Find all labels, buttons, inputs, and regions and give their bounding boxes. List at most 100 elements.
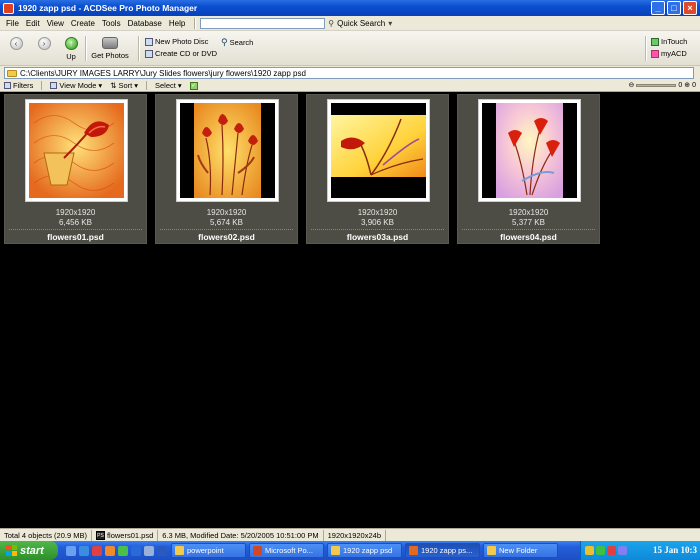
zoom-slider[interactable] — [636, 83, 677, 87]
file-size: 6,456 KB — [59, 218, 92, 227]
task-microsoft-powerpoint[interactable]: Microsoft Po... — [249, 543, 324, 558]
menu-create[interactable]: Create — [71, 19, 95, 28]
quick-search-input[interactable] — [200, 17, 326, 29]
app-icon — [3, 2, 14, 14]
tray-icon[interactable] — [618, 546, 627, 555]
toolbar-separator — [138, 36, 140, 61]
view-mode-button[interactable]: View Mode ▾ — [50, 81, 102, 90]
filter-separator — [145, 81, 147, 90]
image-dimensions: 1920x1920 — [206, 208, 247, 217]
powerpoint-icon — [253, 546, 262, 555]
tray-icon[interactable] — [596, 546, 605, 555]
up-button[interactable]: ↑ Up — [61, 37, 81, 61]
status-file: PS flowers01.psd — [92, 529, 159, 541]
select-button[interactable]: Select ▾ — [155, 81, 182, 90]
chevron-down-icon: ▾ — [177, 81, 182, 90]
flowers03a-image — [331, 103, 426, 198]
toolbar-separator — [85, 36, 87, 61]
camera-icon — [102, 37, 118, 49]
folder-icon — [7, 69, 17, 77]
toolbar-separator — [645, 36, 647, 61]
up-arrow-icon: ↑ — [64, 37, 78, 50]
desktop-icon[interactable] — [66, 545, 76, 556]
select-label: Select — [154, 81, 176, 90]
menu-edit[interactable]: Edit — [26, 19, 40, 28]
menu-file[interactable]: File — [6, 19, 19, 28]
task-label: 1920 zapp psd — [343, 546, 393, 555]
back-button[interactable]: ‹ — [8, 37, 24, 50]
quick-search: ⚲ Quick Search ▾ — [200, 17, 392, 29]
task-1920-zapp-psd-folder[interactable]: 1920 zapp psd — [327, 543, 402, 558]
thumbnail-item[interactable]: 1920x1920 5,674 KB flowers02.psd — [155, 94, 298, 244]
windows-flag-icon — [6, 545, 17, 556]
minimize-button[interactable]: _ — [651, 1, 665, 15]
taskbar: start powerpoint Microsoft Po... 1920 za… — [0, 541, 700, 560]
divider — [9, 229, 142, 230]
flowers02-image — [180, 103, 275, 198]
task-label: 1920 zapp ps... — [421, 546, 473, 555]
zoom-in-icon[interactable]: ⊕ — [684, 81, 690, 89]
status-info: 6.3 MB, Modified Date: 5/20/2005 10:51:0… — [158, 529, 324, 541]
search-button[interactable]: ⚲ Search — [221, 37, 253, 48]
filters-label: Filters — [13, 81, 34, 90]
task-new-folder[interactable]: New Folder — [483, 543, 558, 558]
new-photo-disc-button[interactable]: New Photo Disc — [145, 37, 208, 46]
folder-icon — [487, 546, 496, 555]
menu-tools[interactable]: Tools — [102, 19, 121, 28]
clock: 15 Jan 10:3 — [652, 545, 697, 555]
photoshop-icon[interactable] — [157, 545, 167, 556]
app-shortcut-icon[interactable] — [144, 545, 154, 556]
task-label: Microsoft Po... — [265, 546, 313, 555]
close-button[interactable]: × — [683, 1, 697, 15]
myacd-button[interactable]: myACD — [651, 49, 687, 58]
firefox-icon[interactable] — [105, 545, 115, 556]
forward-button[interactable]: › — [36, 37, 52, 50]
get-photos-button[interactable]: Get Photos — [88, 37, 132, 60]
view-mode-label: View Mode — [59, 81, 97, 90]
create-cd-dvd-button[interactable]: Create CD or DVD — [145, 49, 217, 58]
create-cd-dvd-label: Create CD or DVD — [155, 49, 218, 58]
cd-icon — [145, 49, 153, 58]
app-shortcut-icon[interactable] — [92, 545, 102, 556]
app-shortcut-icon[interactable] — [118, 545, 128, 556]
zoom-out-icon[interactable]: ⊖ — [628, 81, 634, 89]
menu-view[interactable]: View — [47, 19, 64, 28]
menu-help[interactable]: Help — [169, 19, 185, 28]
divider — [462, 229, 595, 230]
quick-search-label[interactable]: Quick Search — [337, 19, 385, 28]
thumbnail-item[interactable]: 1920x1920 5,377 KB flowers04.psd — [457, 94, 600, 244]
ie-icon[interactable] — [79, 545, 89, 556]
thumbnail-frame — [25, 99, 128, 202]
quick-launch — [66, 545, 167, 556]
address-field[interactable]: C:\Clients\JURY IMAGES LARRY\Jury Slides… — [4, 67, 694, 79]
task-acdsee[interactable]: 1920 zapp ps... — [405, 543, 480, 558]
thumbnail-item[interactable]: 1920x1920 3,906 KB flowers03a.psd — [306, 94, 449, 244]
thumbnail-frame — [478, 99, 581, 202]
chevron-down-icon[interactable]: ▾ — [388, 19, 392, 28]
file-name: flowers01.psd — [47, 232, 104, 242]
status-bar: Total 4 objects (20.9 MB) PS flowers01.p… — [0, 528, 700, 541]
file-size: 5,674 KB — [210, 218, 243, 227]
new-photo-disc-label: New Photo Disc — [155, 37, 209, 46]
folder-icon — [175, 546, 184, 555]
thumbnail-item[interactable]: 1920x1920 6,456 KB flowers01.psd — [4, 94, 147, 244]
task-powerpoint[interactable]: powerpoint — [171, 543, 246, 558]
sort-button[interactable]: ⇅ Sort ▾ — [110, 81, 138, 90]
status-dimensions: 1920x1920x24b — [324, 529, 386, 541]
intouch-icon — [651, 37, 659, 46]
file-name: flowers04.psd — [500, 232, 557, 242]
tray-icon[interactable] — [585, 546, 594, 555]
start-button[interactable]: start — [0, 541, 58, 560]
view-mode-icon — [50, 82, 58, 89]
tray-icon[interactable] — [607, 546, 616, 555]
task-label: powerpoint — [187, 546, 224, 555]
word-icon[interactable] — [131, 545, 141, 556]
maximize-button[interactable]: □ — [667, 1, 681, 15]
menu-database[interactable]: Database — [128, 19, 162, 28]
address-bar: C:\Clients\JURY IMAGES LARRY\Jury Slides… — [0, 66, 700, 80]
filters-button[interactable]: Filters — [4, 81, 33, 90]
flowers01-image — [29, 103, 124, 198]
intouch-button[interactable]: InTouch — [651, 37, 687, 46]
disc-icon — [145, 37, 153, 46]
check-icon[interactable]: ✓ — [189, 81, 198, 90]
